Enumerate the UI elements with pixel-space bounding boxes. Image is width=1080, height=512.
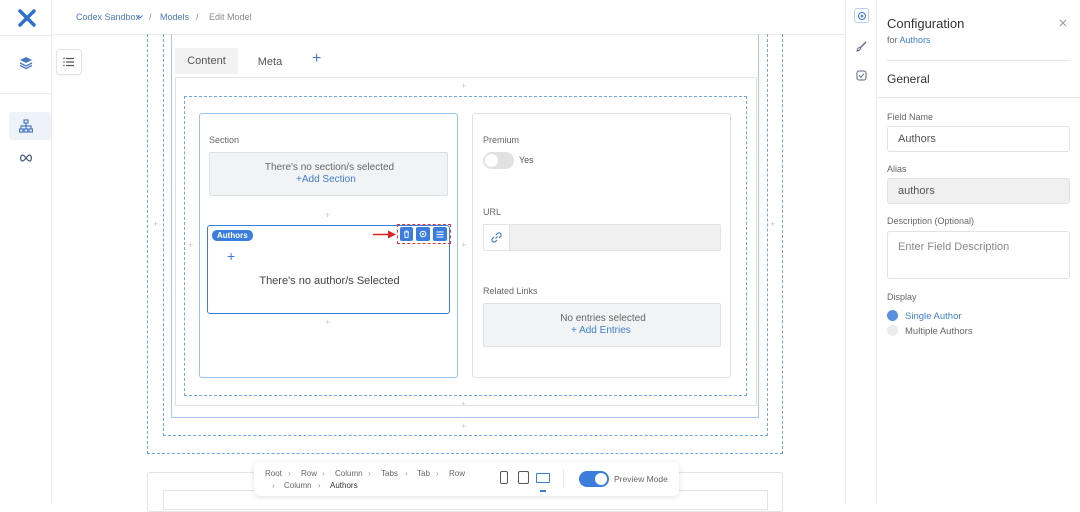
preview-mode-label: Preview Mode	[614, 474, 668, 484]
close-icon[interactable]	[1059, 19, 1067, 27]
desktop-view-icon[interactable]	[536, 473, 550, 483]
field-name-label: Field Name	[887, 112, 934, 122]
alias-label: Alias	[887, 164, 907, 174]
radio-single-author-label[interactable]: Single Author	[905, 311, 962, 322]
menu-icon	[436, 231, 444, 237]
panel-subtitle: for Authors	[887, 35, 931, 45]
path-item[interactable]: Row	[301, 469, 317, 478]
section-general-title: General	[887, 72, 930, 86]
radio-single-author[interactable]	[887, 310, 898, 321]
description-label: Description (Optional)	[887, 216, 975, 226]
add-column-icon[interactable]: +	[461, 240, 466, 250]
drag-handle-button[interactable]	[433, 227, 447, 241]
plus-icon: +	[571, 325, 577, 336]
add-field-icon[interactable]: +	[325, 210, 330, 220]
checklist-icon[interactable]	[856, 70, 867, 81]
infinity-icon[interactable]	[14, 146, 38, 170]
premium-label: Premium	[483, 135, 520, 145]
preview-mode-toggle[interactable]	[579, 471, 609, 487]
url-field[interactable]	[483, 224, 721, 251]
add-entries-button[interactable]: + Add Entries	[571, 325, 631, 336]
add-column-icon[interactable]: +	[770, 219, 775, 229]
left-rail	[0, 0, 52, 503]
app-logo[interactable]	[18, 9, 36, 27]
premium-toggle[interactable]	[483, 152, 514, 169]
path-item[interactable]: Row	[449, 469, 465, 478]
add-column-icon[interactable]: +	[153, 219, 158, 229]
red-arrow-icon	[373, 230, 396, 239]
chevron-down-icon[interactable]	[137, 15, 143, 19]
outline-toggle-button[interactable]	[56, 49, 82, 75]
add-row-icon[interactable]: +	[461, 81, 466, 91]
radio-multiple-authors[interactable]	[887, 325, 898, 336]
tab-meta[interactable]: Meta	[238, 48, 302, 74]
mobile-view-icon[interactable]	[500, 471, 508, 484]
section-empty-text: There's no section/s selected	[264, 162, 395, 173]
chevron-right-icon: ›	[322, 469, 325, 478]
panel-target-link[interactable]: Authors	[900, 35, 931, 45]
settings-tab-button[interactable]	[854, 8, 869, 23]
tablet-view-icon[interactable]	[518, 471, 529, 484]
brush-icon[interactable]	[856, 41, 867, 52]
field-settings-button[interactable]	[416, 227, 430, 241]
config-rail	[845, 0, 877, 503]
add-tab-icon[interactable]: +	[312, 50, 321, 68]
path-item[interactable]: Tabs	[381, 469, 398, 478]
configuration-panel: Configuration for Authors General Field …	[877, 0, 1080, 503]
gear-icon	[857, 11, 866, 20]
gear-icon	[419, 230, 427, 238]
section-empty-box: There's no section/s selected +Add Secti…	[209, 152, 448, 196]
url-label: URL	[483, 207, 502, 217]
related-links-label: Related Links	[483, 286, 538, 296]
add-section-button[interactable]: +Add Section	[296, 174, 356, 185]
breadcrumb-separator: /	[196, 12, 199, 22]
description-textarea[interactable]: Enter Field Description	[887, 231, 1070, 279]
add-row-icon[interactable]: +	[461, 421, 466, 431]
display-label: Display	[887, 292, 917, 302]
hierarchy-icon[interactable]	[14, 114, 38, 138]
panel-title: Configuration	[887, 16, 965, 31]
breadcrumb-current: Edit Model	[209, 12, 252, 22]
trash-icon	[404, 230, 409, 238]
path-bar: Root › Row › Column › Tabs › Tab › Row ›…	[254, 462, 679, 496]
add-field-icon[interactable]: +	[325, 317, 330, 327]
path-item[interactable]: Column	[335, 469, 363, 478]
tab-bar: Content Meta +	[175, 46, 757, 74]
add-row-icon[interactable]: +	[461, 399, 466, 409]
breadcrumb-separator: /	[149, 12, 152, 22]
alias-input[interactable]: authors	[887, 178, 1070, 204]
premium-toggle-text: Yes	[519, 155, 534, 165]
path-item[interactable]: Column	[284, 481, 312, 490]
add-column-icon[interactable]: +	[188, 240, 193, 250]
delete-field-button[interactable]	[400, 227, 413, 241]
chevron-right-icon: ›	[272, 481, 275, 490]
section-label: Section	[209, 135, 240, 145]
related-empty-text: No entries selected	[560, 313, 646, 324]
path-item-current[interactable]: Authors	[330, 481, 358, 490]
breadcrumb-models[interactable]: Models	[160, 12, 189, 22]
list-icon	[63, 57, 74, 67]
path-item[interactable]: Tab	[417, 469, 430, 478]
chevron-right-icon: ›	[405, 469, 408, 478]
layers-icon[interactable]	[14, 51, 38, 75]
related-empty-box: No entries selected + Add Entries	[483, 303, 721, 347]
chevron-right-icon: ›	[436, 469, 439, 478]
path-item[interactable]: Root	[265, 469, 282, 478]
radio-multiple-authors-label[interactable]: Multiple Authors	[905, 326, 973, 337]
link-icon	[491, 232, 502, 243]
breadcrumb-workspace[interactable]: Codex Sandbox	[76, 12, 140, 22]
field-name-input[interactable]: Authors	[887, 126, 1070, 152]
tab-content[interactable]: Content	[175, 48, 238, 74]
chevron-right-icon: ›	[318, 481, 321, 490]
top-bar: Codex Sandbox / Models / Edit Model	[52, 0, 845, 35]
authors-empty-text: There's no author/s Selected	[259, 275, 400, 287]
chevron-right-icon: ›	[288, 469, 291, 478]
link-button[interactable]	[484, 225, 510, 250]
authors-badge: Authors	[212, 230, 253, 241]
chevron-right-icon: ›	[368, 469, 371, 478]
add-author-icon[interactable]: +	[227, 248, 235, 264]
